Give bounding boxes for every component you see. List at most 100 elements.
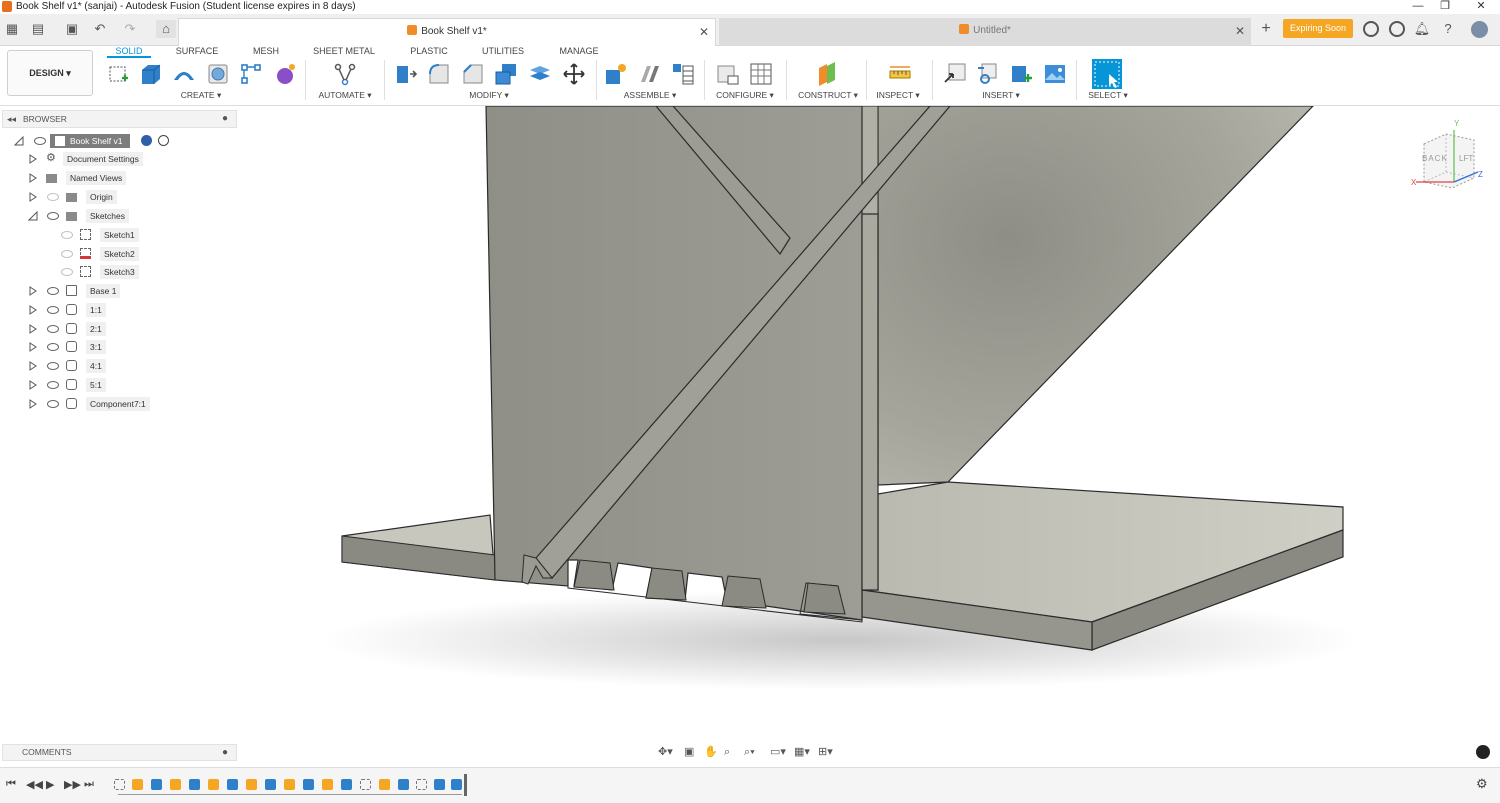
tree-item-body[interactable]: 5:1 [28, 377, 238, 393]
maximize-button[interactable]: ❐ [1430, 0, 1460, 14]
create-group-label[interactable]: CREATE ▾ [160, 90, 242, 101]
press-pull-icon[interactable] [394, 62, 418, 86]
go-to-start-icon[interactable]: ⏮ [6, 778, 16, 791]
visibility-eye-icon[interactable] [61, 268, 73, 276]
tree-item-label[interactable]: 2:1 [86, 322, 106, 336]
tree-item-body[interactable]: 4:1 [28, 358, 238, 374]
visibility-eye-icon[interactable] [47, 287, 59, 295]
look-at-icon[interactable]: ▣ [684, 744, 694, 761]
tab-utilities[interactable]: UTILITIES [478, 44, 528, 58]
insert-group-label[interactable]: INSERT ▾ [970, 90, 1032, 101]
timeline-marker[interactable] [464, 774, 467, 796]
tree-item-label[interactable]: Named Views [66, 171, 127, 185]
home-icon[interactable]: ⌂ [156, 20, 176, 38]
select-group-label[interactable]: SELECT ▾ [1080, 90, 1136, 101]
visibility-eye-icon[interactable] [47, 325, 59, 333]
timeline-extrude-feature[interactable] [398, 779, 409, 790]
insert-canvas-icon[interactable] [1043, 62, 1067, 86]
redo-icon[interactable]: ↷ [120, 20, 140, 38]
tree-item-label[interactable]: Base 1 [86, 284, 121, 298]
timeline-sketch-feature[interactable] [416, 779, 427, 790]
timeline-extrude-feature[interactable] [434, 779, 445, 790]
insert-component-icon[interactable] [1010, 62, 1034, 86]
tab-book-shelf[interactable]: Book Shelf v1* ✕ [178, 18, 716, 46]
tree-item-body[interactable]: 2:1 [28, 321, 238, 337]
viewports-icon[interactable]: ⊞▾ [818, 744, 833, 761]
revolve-icon[interactable] [206, 62, 230, 86]
combine-icon[interactable] [528, 62, 552, 86]
visibility-eye-icon[interactable] [61, 231, 73, 239]
modify-group-label[interactable]: MODIFY ▾ [448, 90, 530, 101]
visibility-eye-icon[interactable] [47, 400, 59, 408]
file-menu-icon[interactable]: ▤ [28, 20, 48, 38]
tree-root[interactable]: Book Shelf v1 [14, 133, 234, 149]
clock-icon[interactable] [1389, 21, 1405, 37]
fit-icon[interactable]: ⌕▾ [744, 744, 755, 761]
collapsed-arrow-icon[interactable] [28, 342, 38, 352]
add-comment-icon[interactable]: ● [222, 745, 228, 760]
visibility-eye-icon[interactable] [47, 306, 59, 314]
offset-plane-icon[interactable] [815, 62, 839, 86]
visibility-eye-icon[interactable] [34, 137, 46, 145]
collapsed-arrow-icon[interactable] [28, 361, 38, 371]
tree-item-body[interactable]: 3:1 [28, 339, 238, 355]
viewcube-left-face[interactable]: LFT [1459, 154, 1473, 163]
automate-group-label[interactable]: AUTOMATE ▾ [310, 90, 380, 101]
chamfer-icon[interactable] [461, 62, 485, 86]
timeline-extrude-feature[interactable] [227, 779, 238, 790]
insert-derive-icon[interactable] [943, 62, 967, 86]
timeline-sketch-feature[interactable] [360, 779, 371, 790]
collapsed-arrow-icon[interactable] [28, 192, 38, 202]
configuration-table-icon[interactable] [749, 62, 773, 86]
timeline-component-feature[interactable] [208, 779, 219, 790]
timeline-extrude-feature[interactable] [151, 779, 162, 790]
timeline-settings-icon[interactable]: ⚙ [1476, 776, 1488, 792]
collapsed-arrow-icon[interactable] [28, 173, 38, 183]
bill-of-materials-icon[interactable] [671, 62, 695, 86]
tab-untitled[interactable]: Untitled* ✕ [719, 18, 1251, 46]
shell-icon[interactable] [494, 62, 518, 86]
tab-surface[interactable]: SURFACE [172, 44, 222, 58]
tree-item-label[interactable]: Origin [86, 190, 117, 204]
link-icon[interactable] [141, 135, 152, 146]
tree-item-label[interactable]: 5:1 [86, 378, 106, 392]
fillet-icon[interactable] [427, 62, 451, 86]
timeline-component-feature[interactable] [246, 779, 257, 790]
collapse-panel-icon[interactable]: ◂◂ [7, 111, 16, 127]
timeline-extrude-feature[interactable] [341, 779, 352, 790]
step-forward-icon[interactable]: ▶▶ [64, 778, 81, 791]
activate-radio-icon[interactable] [158, 135, 169, 146]
collapsed-arrow-icon[interactable] [28, 286, 38, 296]
timeline-component-feature[interactable] [170, 779, 181, 790]
expanded-arrow-icon[interactable] [28, 211, 38, 221]
tree-item-label[interactable]: Sketch3 [100, 265, 139, 279]
close-window-button[interactable]: ✕ [1466, 0, 1496, 14]
close-tab-icon[interactable]: ✕ [699, 19, 709, 45]
timeline-extrude-feature[interactable] [303, 779, 314, 790]
visibility-eye-icon[interactable] [47, 343, 59, 351]
viewcube[interactable]: BACK LFT X Y Z [1408, 116, 1488, 196]
new-tab-icon[interactable]: + [1256, 20, 1276, 38]
insert-mcmaster-icon[interactable] [976, 62, 1000, 86]
zoom-icon[interactable]: ⌕ [724, 744, 730, 761]
visibility-eye-icon[interactable] [47, 362, 59, 370]
tree-item-named-views[interactable]: Named Views [28, 170, 238, 186]
play-icon[interactable]: ▶ [46, 778, 54, 791]
tree-item-label[interactable]: Component7:1 [86, 397, 150, 411]
tree-item-origin[interactable]: Origin [28, 189, 238, 205]
collapsed-arrow-icon[interactable] [28, 305, 38, 315]
pattern-icon[interactable] [239, 62, 263, 86]
timeline-sketch-feature[interactable] [114, 779, 125, 790]
timeline-extrude-feature[interactable] [265, 779, 276, 790]
design-workspace-dropdown[interactable]: DESIGN ▾ [7, 50, 93, 96]
create-sketch-icon[interactable] [107, 62, 131, 86]
grid-settings-icon[interactable]: ▦▾ [794, 744, 810, 761]
automate-icon[interactable] [333, 62, 357, 86]
tree-item-document-settings[interactable]: ⚙ Document Settings [28, 151, 238, 167]
visibility-eye-icon[interactable] [47, 381, 59, 389]
undo-icon[interactable]: ↶ [90, 20, 110, 38]
timeline-extrude-feature[interactable] [451, 779, 462, 790]
tree-item-label[interactable]: Document Settings [63, 152, 143, 166]
expanded-arrow-icon[interactable] [14, 136, 24, 146]
configure-icon[interactable] [716, 62, 740, 86]
